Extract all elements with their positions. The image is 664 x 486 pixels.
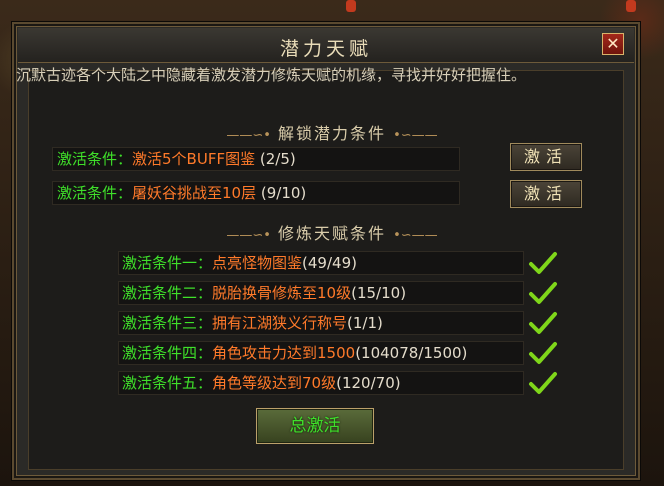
unlock-section-heading: 解锁潜力条件	[0, 120, 664, 144]
checkmark-icon	[529, 312, 557, 334]
talent-condition-4: 激活条件四：角色攻击力达到1500(104078/1500)	[118, 341, 524, 365]
checkmark-icon	[529, 282, 557, 304]
ornament-right-icon	[393, 128, 438, 143]
total-activate-button[interactable]: 总激活	[256, 408, 374, 444]
lantern-decoration	[346, 0, 356, 12]
talent-condition-1: 激活条件一：点亮怪物图鉴(49/49)	[118, 251, 524, 275]
activate-button-1[interactable]: 激活	[510, 143, 582, 171]
dialog-title: 潜力天赋	[279, 38, 372, 60]
ornament-left-icon	[226, 228, 271, 243]
intro-text: 沉默古迹各个大陆之中隐藏着激发潜力修炼天赋的机缘，寻找并好好把握住。	[16, 66, 527, 84]
unlock-condition-1: 激活条件：激活5个BUFF图鉴 (2/5)	[52, 147, 460, 171]
close-button[interactable]: ✕	[602, 33, 624, 55]
checkmark-icon	[529, 342, 557, 364]
lantern-decoration	[626, 0, 636, 12]
talent-condition-3: 激活条件三：拥有江湖狭义行称号(1/1)	[118, 311, 524, 335]
checkmark-icon	[529, 252, 557, 274]
ornament-left-icon	[226, 128, 271, 143]
checkmark-icon	[529, 372, 557, 394]
dialog-titlebar: 潜力天赋 ✕	[18, 28, 634, 63]
talent-section-heading: 修炼天赋条件	[0, 220, 664, 244]
unlock-condition-2: 激活条件：屠妖谷挑战至10层 (9/10)	[52, 181, 460, 205]
talent-condition-2: 激活条件二：脱胎换骨修炼至10级(15/10)	[118, 281, 524, 305]
talent-condition-5: 激活条件五：角色等级达到70级(120/70)	[118, 371, 524, 395]
ornament-right-icon	[393, 228, 438, 243]
activate-button-2[interactable]: 激活	[510, 180, 582, 208]
